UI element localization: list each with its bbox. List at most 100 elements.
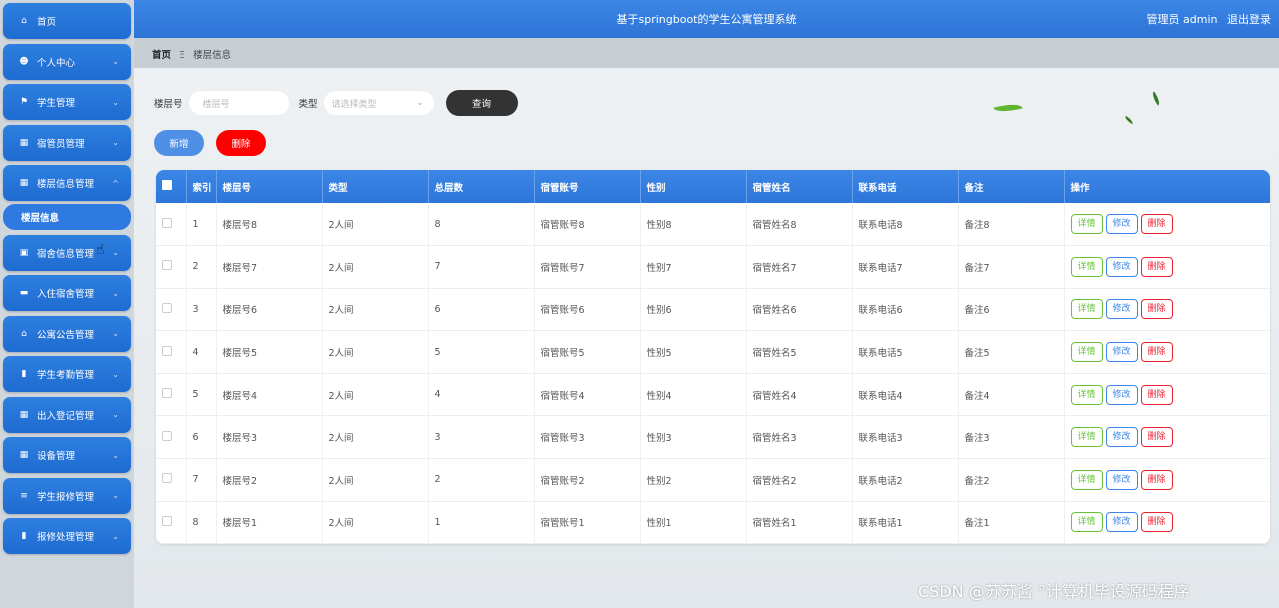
detail-button[interactable]: 详情 bbox=[1070, 512, 1103, 533]
sidebar-item-4[interactable]: ▦ 楼层信息管理 ^ bbox=[3, 165, 131, 201]
table-cell: 联系电话7 bbox=[852, 245, 959, 289]
add-button[interactable]: 新增 bbox=[154, 130, 204, 156]
chevron-down-icon: ⌄ bbox=[112, 491, 119, 500]
edit-button[interactable]: 修改 bbox=[1105, 256, 1138, 277]
edit-button[interactable]: 修改 bbox=[1105, 512, 1138, 533]
delete-button[interactable]: 删除 bbox=[216, 130, 266, 156]
sidebar-item-1[interactable]: ☻ 个人中心 ⌄ bbox=[3, 43, 131, 80]
column-header: 宿管账号 bbox=[534, 170, 641, 203]
logout-link[interactable]: 退出登录 bbox=[1227, 13, 1271, 26]
table-cell: 2人间 bbox=[322, 415, 429, 459]
leaf-decoration bbox=[1123, 115, 1135, 125]
sidebar-subitem-floor-info[interactable]: 楼层信息 bbox=[3, 204, 131, 230]
table-cell: 宿管账号3 bbox=[534, 415, 641, 459]
table-cell: 性别1 bbox=[640, 501, 747, 544]
sidebar-item-12[interactable]: ▮ 报修处理管理 ⌄ bbox=[3, 518, 131, 554]
sidebar-item-7[interactable]: ⌂ 公寓公告管理 ⌄ bbox=[3, 315, 131, 352]
row-checkbox[interactable] bbox=[162, 473, 172, 484]
table-cell: 备注2 bbox=[958, 458, 1065, 502]
table-cell: 性别4 bbox=[640, 373, 747, 416]
row-delete-button[interactable]: 删除 bbox=[1140, 299, 1173, 320]
table-cell: 备注5 bbox=[958, 330, 1065, 374]
chevron-down-icon: ⌄ bbox=[112, 531, 119, 541]
chevron-down-icon: ⌄ bbox=[112, 57, 119, 66]
edit-button[interactable]: 修改 bbox=[1105, 342, 1138, 363]
detail-button[interactable]: 详情 bbox=[1070, 342, 1103, 363]
row-select-cell[interactable] bbox=[156, 288, 187, 331]
row-delete-button[interactable]: 删除 bbox=[1140, 427, 1173, 448]
table-cell: 联系电话4 bbox=[852, 373, 959, 416]
detail-button[interactable]: 详情 bbox=[1070, 384, 1103, 405]
row-checkbox[interactable] bbox=[162, 302, 172, 313]
select-all-cell[interactable] bbox=[156, 170, 187, 203]
row-select-cell[interactable] bbox=[156, 330, 187, 374]
sidebar-item-11[interactable]: ≡ 学生报修管理 ⌄ bbox=[3, 477, 131, 514]
row-checkbox[interactable] bbox=[162, 430, 172, 441]
sidebar-item-3[interactable]: ▦ 宿管员管理 ⌄ bbox=[3, 124, 131, 161]
detail-button[interactable]: 详情 bbox=[1070, 469, 1103, 490]
table-cell: 6 bbox=[428, 288, 535, 331]
sidebar-item-10[interactable]: ▦ 设备管理 ⌄ bbox=[3, 437, 131, 473]
table-cell: 联系电话8 bbox=[852, 203, 959, 246]
detail-button[interactable]: 详情 bbox=[1070, 427, 1103, 448]
book-icon: ▮ bbox=[21, 531, 27, 541]
table-cell: 宿管姓名3 bbox=[746, 415, 853, 459]
row-checkbox[interactable] bbox=[162, 345, 172, 356]
floor-search-input[interactable]: 楼层号 bbox=[188, 91, 289, 115]
sidebar-item-5[interactable]: ▣ 宿舍信息管理 ⌄ bbox=[3, 234, 131, 271]
row-delete-button[interactable]: 删除 bbox=[1140, 512, 1173, 533]
row-select-cell[interactable] bbox=[156, 501, 187, 544]
column-header: 总层数 bbox=[428, 170, 535, 203]
row-checkbox[interactable] bbox=[162, 515, 172, 526]
sidebar-item-label: 楼层信息管理 bbox=[37, 179, 95, 190]
table-row: 2 楼层号7 2人间 7 宿管账号7 性别7 宿管姓名7 联系电话7 备注7 详情 修改 删除 bbox=[156, 245, 1270, 289]
row-checkbox[interactable] bbox=[162, 217, 172, 228]
detail-button[interactable]: 详情 bbox=[1070, 299, 1103, 320]
table-cell: 楼层号1 bbox=[216, 501, 323, 544]
row-select-cell[interactable] bbox=[156, 245, 187, 289]
sidebar-item-9[interactable]: ▦ 出入登记管理 ⌄ bbox=[3, 396, 131, 433]
breadcrumb-home[interactable]: 首页 bbox=[152, 50, 171, 61]
edit-button[interactable]: 修改 bbox=[1105, 384, 1138, 405]
row-select-cell[interactable] bbox=[156, 373, 187, 416]
row-select-cell[interactable] bbox=[156, 203, 187, 246]
table-cell: 备注7 bbox=[958, 245, 1065, 289]
detail-button[interactable]: 详情 bbox=[1070, 256, 1103, 277]
row-delete-button[interactable]: 删除 bbox=[1140, 256, 1173, 277]
table-cell: 2人间 bbox=[322, 501, 429, 544]
table-cell: 8 bbox=[186, 501, 217, 544]
table-cell: 备注6 bbox=[958, 288, 1065, 331]
edit-button[interactable]: 修改 bbox=[1105, 427, 1138, 448]
row-checkbox[interactable] bbox=[162, 388, 172, 399]
row-actions: 详情 修改 删除 bbox=[1064, 288, 1270, 331]
row-delete-button[interactable]: 删除 bbox=[1140, 214, 1173, 235]
edit-button[interactable]: 修改 bbox=[1105, 214, 1138, 235]
row-actions: 详情 修改 删除 bbox=[1064, 246, 1270, 289]
row-select-cell[interactable] bbox=[156, 458, 187, 502]
detail-button[interactable]: 详情 bbox=[1070, 214, 1103, 235]
row-delete-button[interactable]: 删除 bbox=[1140, 469, 1173, 490]
query-button[interactable]: 查询 bbox=[445, 90, 518, 116]
column-header: 宿管姓名 bbox=[746, 170, 853, 203]
row-checkbox[interactable] bbox=[162, 260, 172, 271]
edit-button[interactable]: 修改 bbox=[1105, 469, 1138, 490]
row-delete-button[interactable]: 删除 bbox=[1140, 384, 1173, 405]
column-header: 楼层号 bbox=[216, 170, 323, 203]
sidebar-item-8[interactable]: ▮ 学生考勤管理 ⌄ bbox=[3, 356, 131, 392]
chevron-down-icon: ⌄ bbox=[415, 98, 424, 108]
select-all-checkbox[interactable] bbox=[162, 180, 172, 190]
row-actions: 详情 修改 删除 bbox=[1064, 373, 1270, 416]
sidebar-item-0[interactable]: ⌂ 首页 bbox=[3, 3, 131, 39]
chevron-up-icon: ^ bbox=[112, 178, 119, 188]
sidebar-item-2[interactable]: ⚑ 学生管理 ⌄ bbox=[3, 84, 131, 120]
sidebar-item-6[interactable]: ▬ 入住宿舍管理 ⌄ bbox=[3, 275, 131, 311]
row-select-cell[interactable] bbox=[156, 415, 187, 459]
sidebar-item-label: 首页 bbox=[37, 17, 57, 28]
table-cell: 4 bbox=[186, 330, 217, 374]
breadcrumb-current: 楼层信息 bbox=[193, 50, 232, 61]
type-select[interactable]: 请选择类型 ⌄ bbox=[323, 91, 434, 115]
edit-button[interactable]: 修改 bbox=[1105, 299, 1138, 320]
row-delete-button[interactable]: 删除 bbox=[1140, 342, 1173, 363]
table-cell: 楼层号3 bbox=[216, 415, 323, 459]
app-title: 基于springboot的学生公寓管理系统 bbox=[616, 13, 797, 26]
